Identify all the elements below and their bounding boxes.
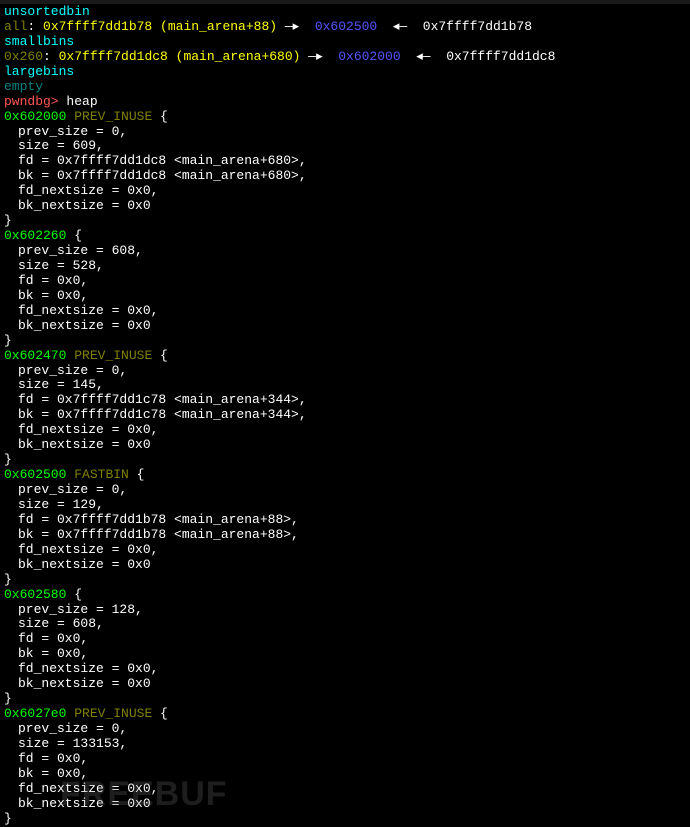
unsortedbin-entry: all: 0x7ffff7dd1b78 (main_arena+88) —▸ 0… (4, 20, 686, 35)
chunk-close: } (4, 453, 686, 468)
chunk-field: bk_nextsize = 0x0 (4, 797, 686, 812)
chunk-field: prev_size = 608, (4, 244, 686, 259)
chunk-field: fd = 0x7ffff7dd1dc8 <main_arena+680>, (4, 154, 686, 169)
chunk-field: fd = 0x0, (4, 752, 686, 767)
chunk-close: } (4, 334, 686, 349)
heap-chunks: 0x602000 PREV_INUSE {prev_size = 0,size … (4, 110, 686, 827)
chunk-field: prev_size = 0, (4, 125, 686, 140)
chunk-field: bk = 0x0, (4, 767, 686, 782)
chunk-field: fd_nextsize = 0x0, (4, 423, 686, 438)
prompt-line[interactable]: pwndbg> heap (4, 95, 686, 110)
chunk-field: prev_size = 128, (4, 603, 686, 618)
chunk-field: size = 129, (4, 498, 686, 513)
chunk-field: fd_nextsize = 0x0, (4, 662, 686, 677)
chunk-field: fd = 0x7ffff7dd1c78 <main_arena+344>, (4, 393, 686, 408)
chunk-field: fd_nextsize = 0x0, (4, 184, 686, 199)
chunk-close: } (4, 812, 686, 827)
chunk-field: bk_nextsize = 0x0 (4, 558, 686, 573)
chunk-field: size = 528, (4, 259, 686, 274)
chunk-field: size = 133153, (4, 737, 686, 752)
chunk-field: bk = 0x7ffff7dd1dc8 <main_arena+680>, (4, 169, 686, 184)
chunk-field: fd_nextsize = 0x0, (4, 782, 686, 797)
chunk-close: } (4, 573, 686, 588)
smallbins-entry: 0x260: 0x7ffff7dd1dc8 (main_arena+680) —… (4, 50, 686, 65)
chunk-field: bk_nextsize = 0x0 (4, 319, 686, 334)
chunk-header: 0x602580 { (4, 588, 686, 603)
chunk-header: 0x6027e0 PREV_INUSE { (4, 707, 686, 722)
largebins-empty: empty (4, 80, 686, 95)
chunk-field: prev_size = 0, (4, 364, 686, 379)
chunk-field: size = 609, (4, 139, 686, 154)
chunk-header: 0x602470 PREV_INUSE { (4, 349, 686, 364)
chunk-field: prev_size = 0, (4, 483, 686, 498)
chunk-header: 0x602260 { (4, 229, 686, 244)
chunk-header: 0x602000 PREV_INUSE { (4, 110, 686, 125)
chunk-field: bk_nextsize = 0x0 (4, 438, 686, 453)
chunk-field: size = 145, (4, 378, 686, 393)
chunk-header: 0x602500 FASTBIN { (4, 468, 686, 483)
chunk-field: fd = 0x0, (4, 632, 686, 647)
chunk-field: fd = 0x7ffff7dd1b78 <main_arena+88>, (4, 513, 686, 528)
chunk-field: size = 608, (4, 617, 686, 632)
chunk-close: } (4, 692, 686, 707)
unsortedbin-label: unsortedbin (4, 5, 686, 20)
chunk-close: } (4, 214, 686, 229)
chunk-field: prev_size = 0, (4, 722, 686, 737)
chunk-field: bk = 0x0, (4, 289, 686, 304)
window-titlebar (0, 0, 690, 4)
chunk-field: fd = 0x0, (4, 274, 686, 289)
chunk-field: fd_nextsize = 0x0, (4, 304, 686, 319)
smallbins-label: smallbins (4, 35, 686, 50)
chunk-field: bk = 0x7ffff7dd1c78 <main_arena+344>, (4, 408, 686, 423)
chunk-field: bk_nextsize = 0x0 (4, 677, 686, 692)
chunk-field: bk = 0x7ffff7dd1b78 <main_arena+88>, (4, 528, 686, 543)
chunk-field: fd_nextsize = 0x0, (4, 543, 686, 558)
chunk-field: bk = 0x0, (4, 647, 686, 662)
largebins-label: largebins (4, 65, 686, 80)
chunk-field: bk_nextsize = 0x0 (4, 199, 686, 214)
